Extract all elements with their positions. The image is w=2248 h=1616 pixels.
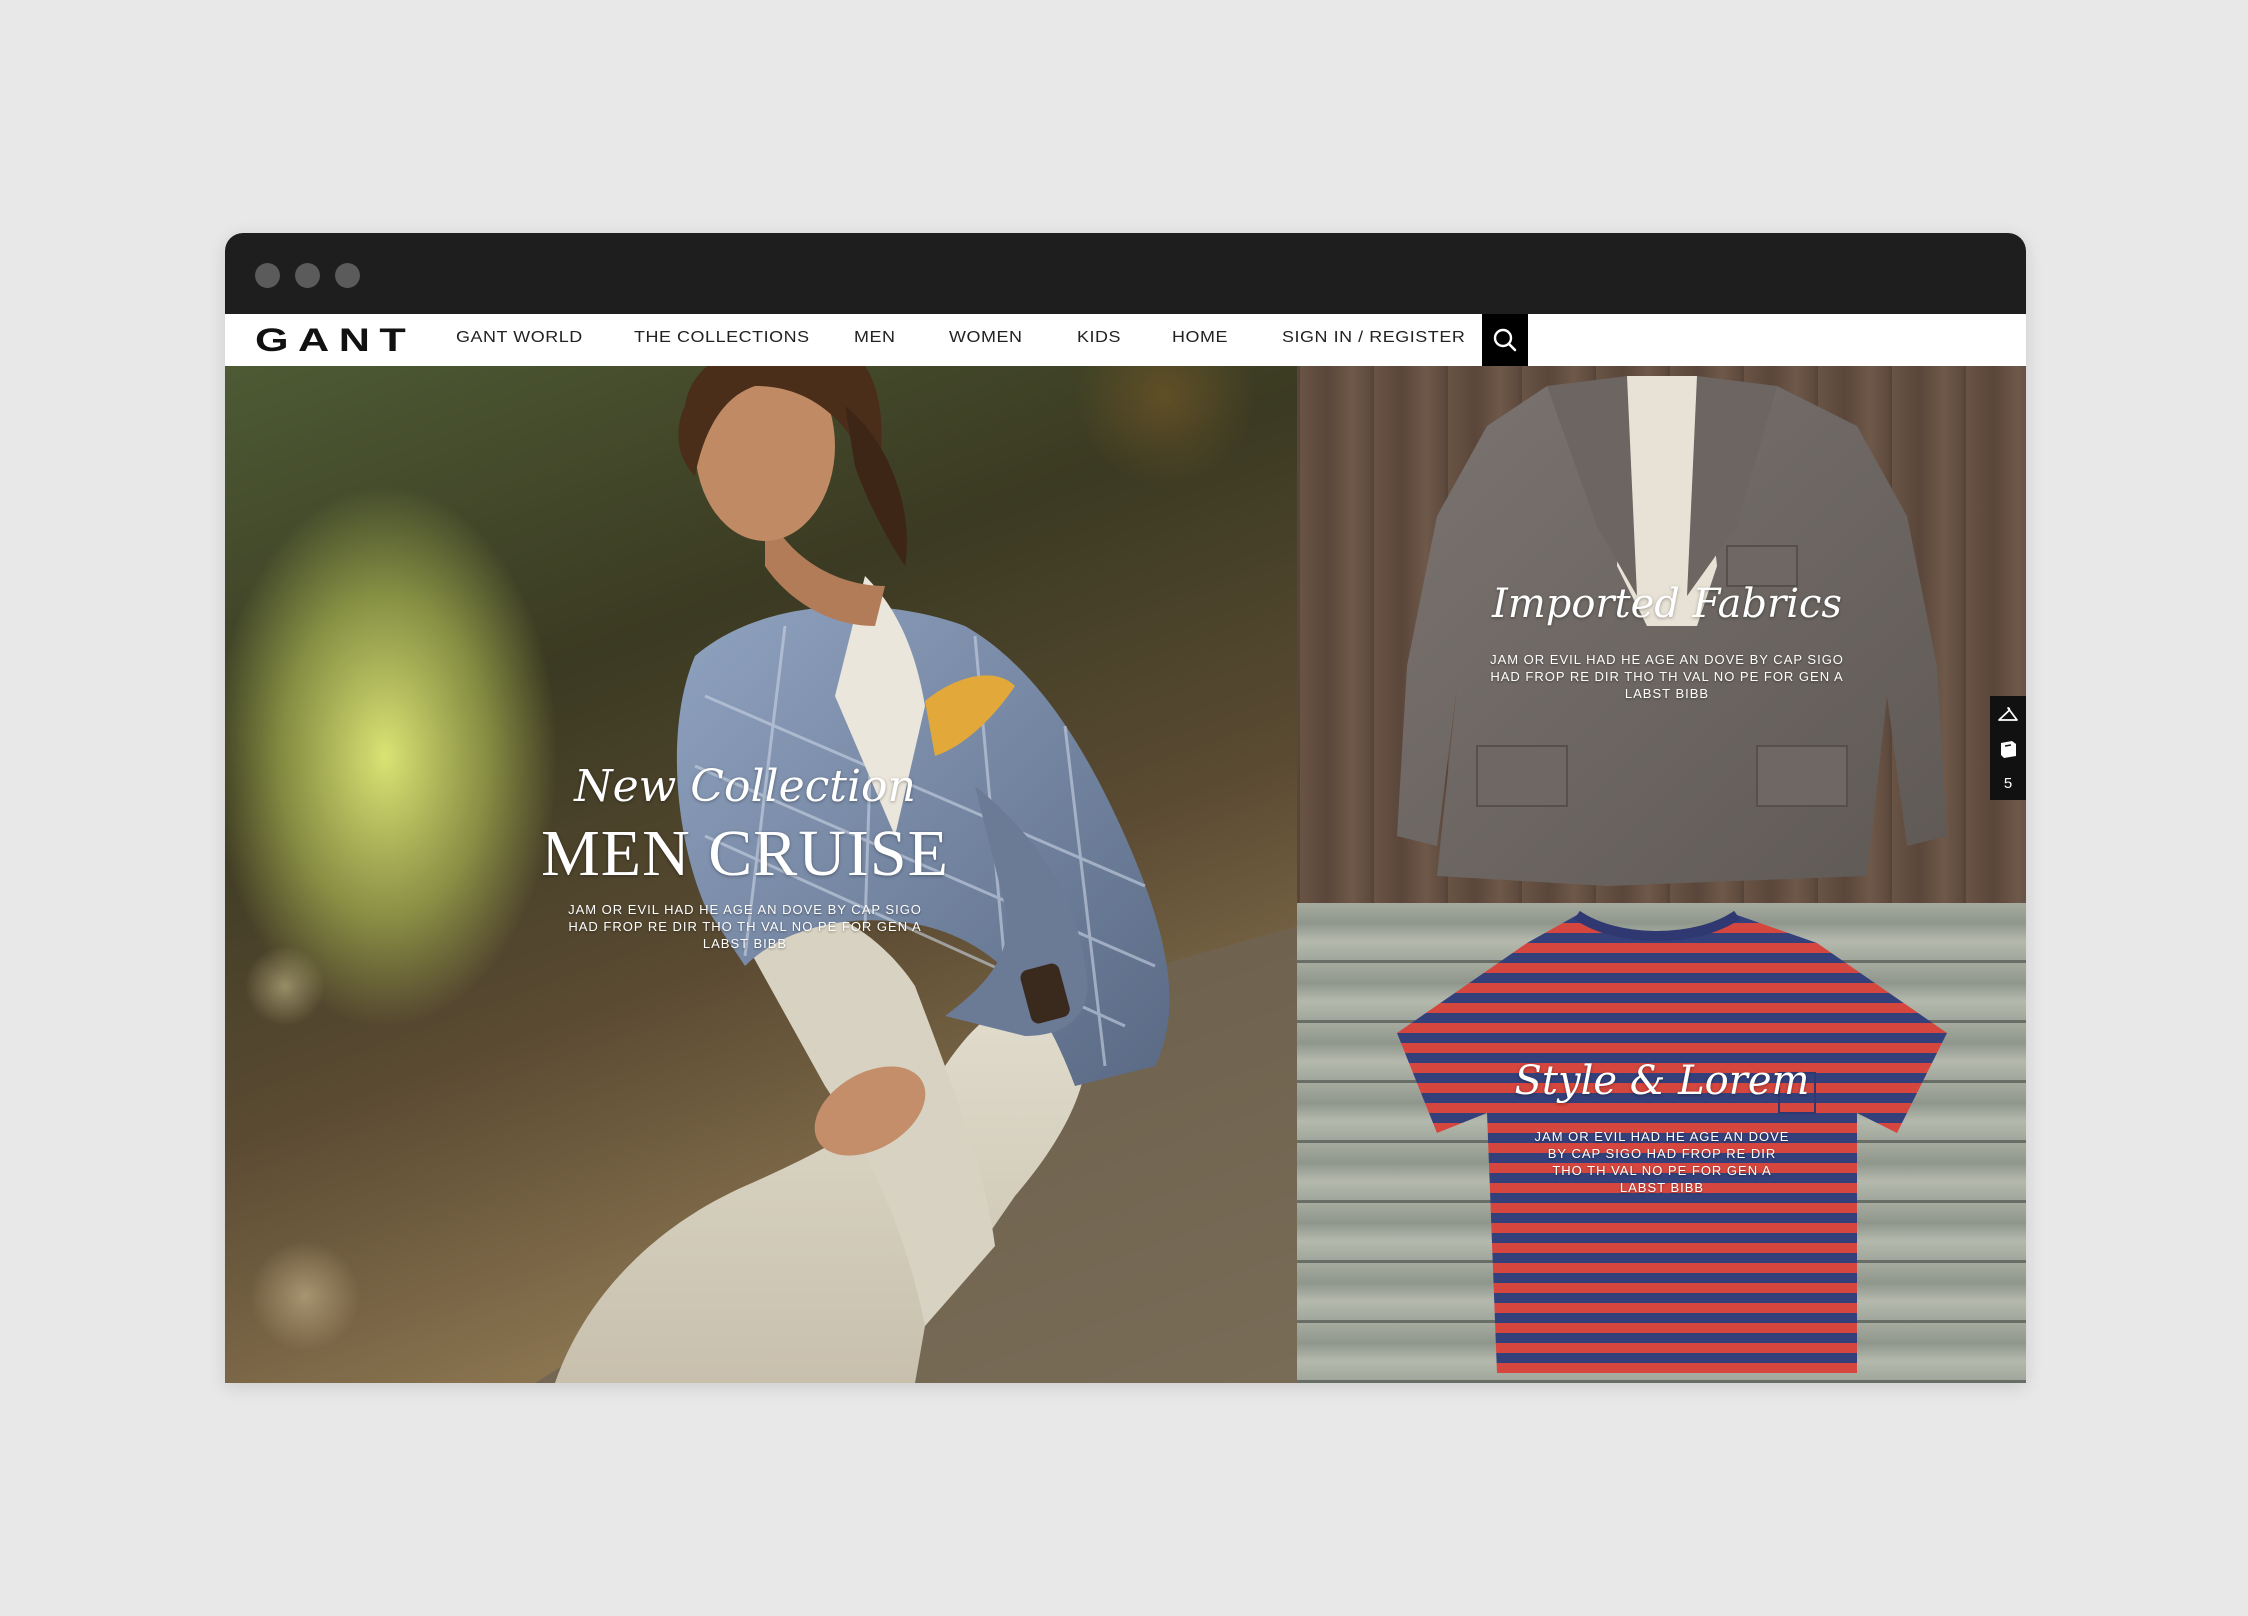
nav-the-collections[interactable]: THE COLLECTIONS [634, 329, 810, 347]
search-button[interactable] [1482, 314, 1528, 366]
style-lorem-body-line: BY CAP SIGO HAD FROP RE DIR [1547, 1146, 1777, 1161]
style-lorem-body-line: JAM OR EVIL HAD HE AGE AN DOVE [1534, 1129, 1790, 1144]
search-icon [1493, 328, 1517, 352]
style-lorem-body: JAM OR EVIL HAD HE AGE AN DOVE BY CAP SI… [1462, 1128, 1862, 1196]
imported-fabrics-body: JAM OR EVIL HAD HE AGE AN DOVE BY CAP SI… [1447, 651, 1887, 702]
window-maximize-dot[interactable] [335, 263, 360, 288]
imported-fabrics-body-line: LABST BIBB [1624, 686, 1710, 701]
hero-title: MEN CRUISE [541, 817, 949, 890]
shopping-bag-button[interactable] [1990, 732, 2026, 766]
jacket-image [1397, 376, 1947, 886]
top-navigation: GANT GANT WORLD THE COLLECTIONS MEN WOME… [225, 314, 1482, 366]
hero-body: JAM OR EVIL HAD HE AGE AN DOVE BY CAP SI… [525, 901, 965, 952]
nav-home[interactable]: HOME [1172, 329, 1228, 347]
bag-count-value: 5 [2003, 774, 2013, 792]
nav-gant-world[interactable]: GANT WORLD [456, 329, 583, 347]
style-lorem-body-line: LABST BIBB [1619, 1180, 1705, 1195]
style-lorem-panel[interactable]: Style & Lorem JAM OR EVIL HAD HE AGE AN … [1297, 903, 2026, 1383]
imported-fabrics-panel[interactable]: Imported Fabrics JAM OR EVIL HAD HE AGE … [1297, 366, 2026, 903]
wardrobe-button[interactable] [1990, 698, 2026, 732]
nav-women[interactable]: WOMEN [949, 329, 1022, 347]
window-minimize-dot[interactable] [295, 263, 320, 288]
brand-logo[interactable]: GANT [255, 322, 415, 359]
imported-fabrics-title: Imported Fabrics [1492, 581, 1842, 627]
bag-icon [2001, 741, 2016, 758]
bag-count[interactable]: 5 [1990, 766, 2026, 800]
hero-body-line: HAD FROP RE DIR THO TH VAL NO PE FOR GEN… [568, 919, 922, 934]
browser-window: GANT GANT WORLD THE COLLECTIONS MEN WOME… [225, 233, 2026, 1383]
hero-body-line: LABST BIBB [702, 936, 788, 951]
nav-kids[interactable]: KIDS [1077, 329, 1121, 347]
nav-sign-in-register[interactable]: SIGN IN / REGISTER [1282, 329, 1465, 347]
floating-sidebar: 5 [1990, 696, 2026, 800]
imported-fabrics-body-line: JAM OR EVIL HAD HE AGE AN DOVE BY CAP SI… [1490, 652, 1844, 667]
window-titlebar [225, 233, 2026, 314]
style-lorem-body-line: THO TH VAL NO PE FOR GEN A [1552, 1163, 1772, 1178]
window-close-dot[interactable] [255, 263, 280, 288]
hero-banner[interactable]: New Collection MEN CRUISE JAM OR EVIL HA… [225, 366, 1297, 1383]
nav-men[interactable]: MEN [854, 329, 896, 347]
hero-script-title: New Collection [574, 761, 916, 812]
imported-fabrics-body-line: HAD FROP RE DIR THO TH VAL NO PE FOR GEN… [1490, 669, 1844, 684]
style-lorem-title: Style & Lorem [1514, 1058, 1810, 1104]
hanger-icon [1998, 707, 2018, 721]
hero-body-line: JAM OR EVIL HAD HE AGE AN DOVE BY CAP SI… [568, 902, 922, 917]
